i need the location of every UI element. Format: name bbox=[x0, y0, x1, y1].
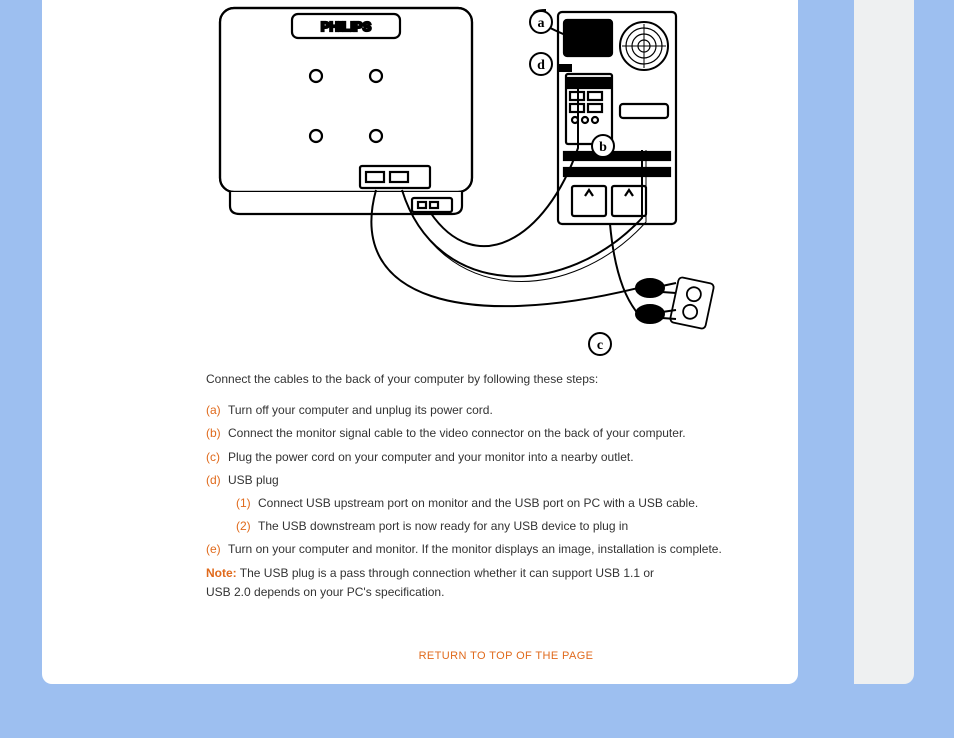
step-text: Turn on your computer and monitor. If th… bbox=[228, 540, 806, 559]
svg-text:a: a bbox=[538, 16, 545, 31]
step-text: Turn off your computer and unplug its po… bbox=[228, 401, 806, 420]
step-label: (c) bbox=[206, 448, 228, 467]
svg-text:d: d bbox=[537, 58, 545, 73]
step-text: Plug the power cord on your computer and… bbox=[228, 448, 806, 467]
substep-text: The USB downstream port is now ready for… bbox=[258, 517, 806, 536]
substep-label: (1) bbox=[236, 494, 258, 513]
step-list: (a) Turn off your computer and unplug it… bbox=[206, 401, 806, 559]
substep-text: Connect USB upstream port on monitor and… bbox=[258, 494, 806, 513]
note-body: The USB plug is a pass through connectio… bbox=[206, 566, 654, 599]
substep-1: (1) Connect USB upstream port on monitor… bbox=[236, 494, 806, 513]
intro-text: Connect the cables to the back of your c… bbox=[206, 370, 806, 389]
svg-text:c: c bbox=[597, 338, 603, 353]
step-label: (d) bbox=[206, 471, 228, 490]
step-label: (e) bbox=[206, 540, 228, 559]
right-rail bbox=[854, 0, 914, 684]
step-d: (d) USB plug bbox=[206, 471, 806, 490]
note-label: Note: bbox=[206, 566, 237, 580]
document-page: PHILIPS bbox=[42, 0, 798, 684]
content-block: Connect the cables to the back of your c… bbox=[206, 370, 806, 665]
monitor-back-icon: PHILIPS bbox=[220, 8, 472, 214]
diagram-svg: PHILIPS bbox=[206, 0, 718, 360]
svg-text:b: b bbox=[599, 140, 607, 155]
connection-diagram: PHILIPS bbox=[206, 0, 718, 360]
monitor-brand-label: PHILIPS bbox=[321, 19, 372, 34]
stage: PHILIPS bbox=[0, 0, 954, 738]
substep-2: (2) The USB downstream port is now ready… bbox=[236, 517, 806, 536]
substep-label: (2) bbox=[236, 517, 258, 536]
step-label: (b) bbox=[206, 424, 228, 443]
return-to-top-link[interactable]: RETURN TO TOP OF THE PAGE bbox=[206, 648, 806, 666]
step-a: (a) Turn off your computer and unplug it… bbox=[206, 401, 806, 420]
step-label: (a) bbox=[206, 401, 228, 420]
pc-tower-back-icon bbox=[558, 12, 676, 224]
step-b: (b) Connect the monitor signal cable to … bbox=[206, 424, 806, 443]
wall-outlet-icon bbox=[670, 277, 715, 329]
step-e: (e) Turn on your computer and monitor. I… bbox=[206, 540, 806, 559]
note-text: Note: The USB plug is a pass through con… bbox=[206, 564, 666, 602]
step-c: (c) Plug the power cord on your computer… bbox=[206, 448, 806, 467]
step-text: Connect the monitor signal cable to the … bbox=[228, 424, 806, 443]
step-text: USB plug bbox=[228, 471, 806, 490]
